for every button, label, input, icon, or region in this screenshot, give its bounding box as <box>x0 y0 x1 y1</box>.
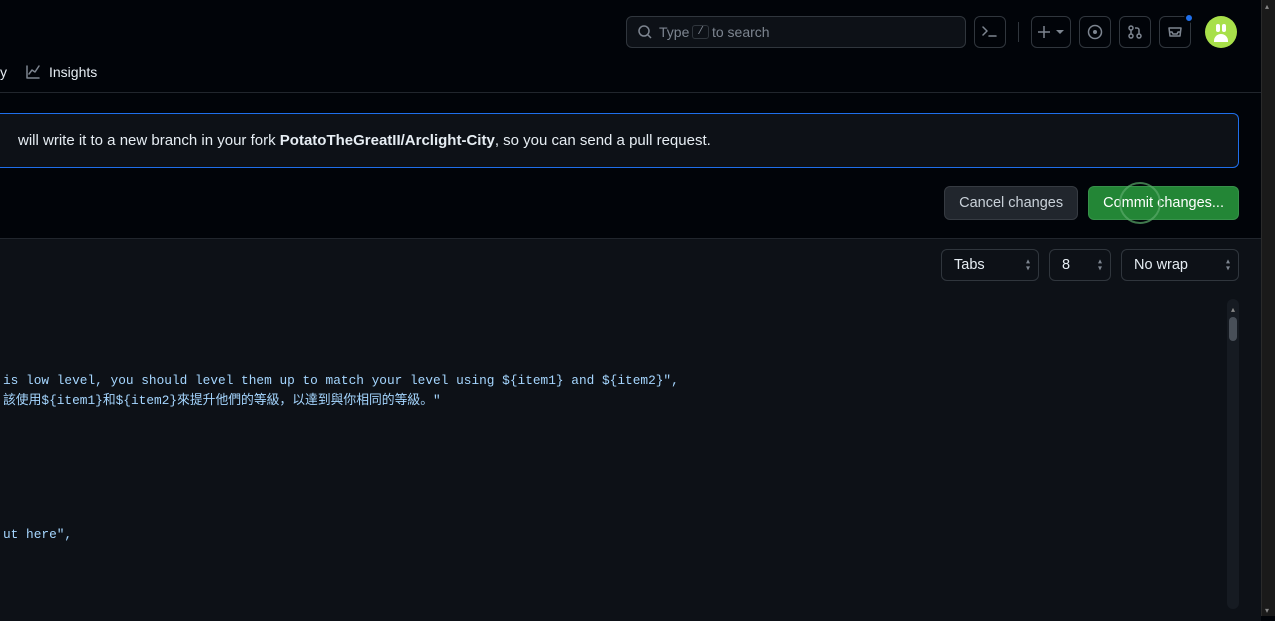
command-palette-button[interactable] <box>974 16 1006 48</box>
nav-tab-insights[interactable]: Insights <box>25 64 97 80</box>
scroll-down-icon: ▾ <box>1265 606 1273 614</box>
notification-indicator <box>1184 13 1194 23</box>
editor-scrollbar[interactable]: ▴ <box>1227 299 1239 609</box>
divider <box>1018 22 1019 42</box>
editor-toolbar: Tabs 8 No wrap <box>0 238 1261 291</box>
user-avatar[interactable] <box>1205 16 1237 48</box>
indent-size-select[interactable]: 8 <box>1049 249 1111 281</box>
plus-icon <box>1037 25 1051 39</box>
repo-name: PotatoTheGreatII/Arclight-City <box>280 132 495 149</box>
cancel-button[interactable]: Cancel changes <box>944 186 1078 220</box>
caret-down-icon <box>1055 27 1065 37</box>
graph-icon <box>25 64 41 80</box>
nav-tab-label: Insights <box>49 64 97 80</box>
search-icon <box>637 24 653 40</box>
code-line: ut here", <box>0 525 1261 545</box>
code-editor[interactable]: is low level, you should level them up t… <box>0 291 1261 621</box>
scroll-up-icon: ▴ <box>1229 301 1237 309</box>
page-scrollbar[interactable]: ▴ ▾ <box>1261 0 1275 616</box>
select-arrows-icon <box>1098 259 1102 272</box>
indent-mode-select[interactable]: Tabs <box>941 249 1039 281</box>
issues-button[interactable] <box>1079 16 1111 48</box>
commit-button[interactable]: Commit changes... <box>1088 186 1239 220</box>
search-placeholder: Type / to search <box>659 24 770 40</box>
search-shortcut-key: / <box>692 25 709 39</box>
fork-info-banner: will write it to a new branch in your fo… <box>0 113 1239 168</box>
select-arrows-icon <box>1226 259 1230 272</box>
code-line: 該使用${item1}和${item2}來提升他們的等級，以達到與你相同的等級。… <box>0 391 1261 411</box>
scroll-up-icon: ▴ <box>1265 2 1273 10</box>
code-line: is low level, you should level them up t… <box>0 371 1261 391</box>
pull-request-icon <box>1127 24 1143 40</box>
inbox-icon <box>1167 24 1183 40</box>
issue-icon <box>1087 24 1103 40</box>
search-input[interactable]: Type / to search <box>626 16 966 48</box>
terminal-icon <box>982 24 998 40</box>
select-arrows-icon <box>1026 259 1030 272</box>
wrap-mode-select[interactable]: No wrap <box>1121 249 1239 281</box>
nav-tab-partial[interactable]: y <box>0 64 7 80</box>
pull-requests-button[interactable] <box>1119 16 1151 48</box>
create-new-button[interactable] <box>1031 16 1071 48</box>
scrollbar-thumb[interactable] <box>1229 317 1237 341</box>
